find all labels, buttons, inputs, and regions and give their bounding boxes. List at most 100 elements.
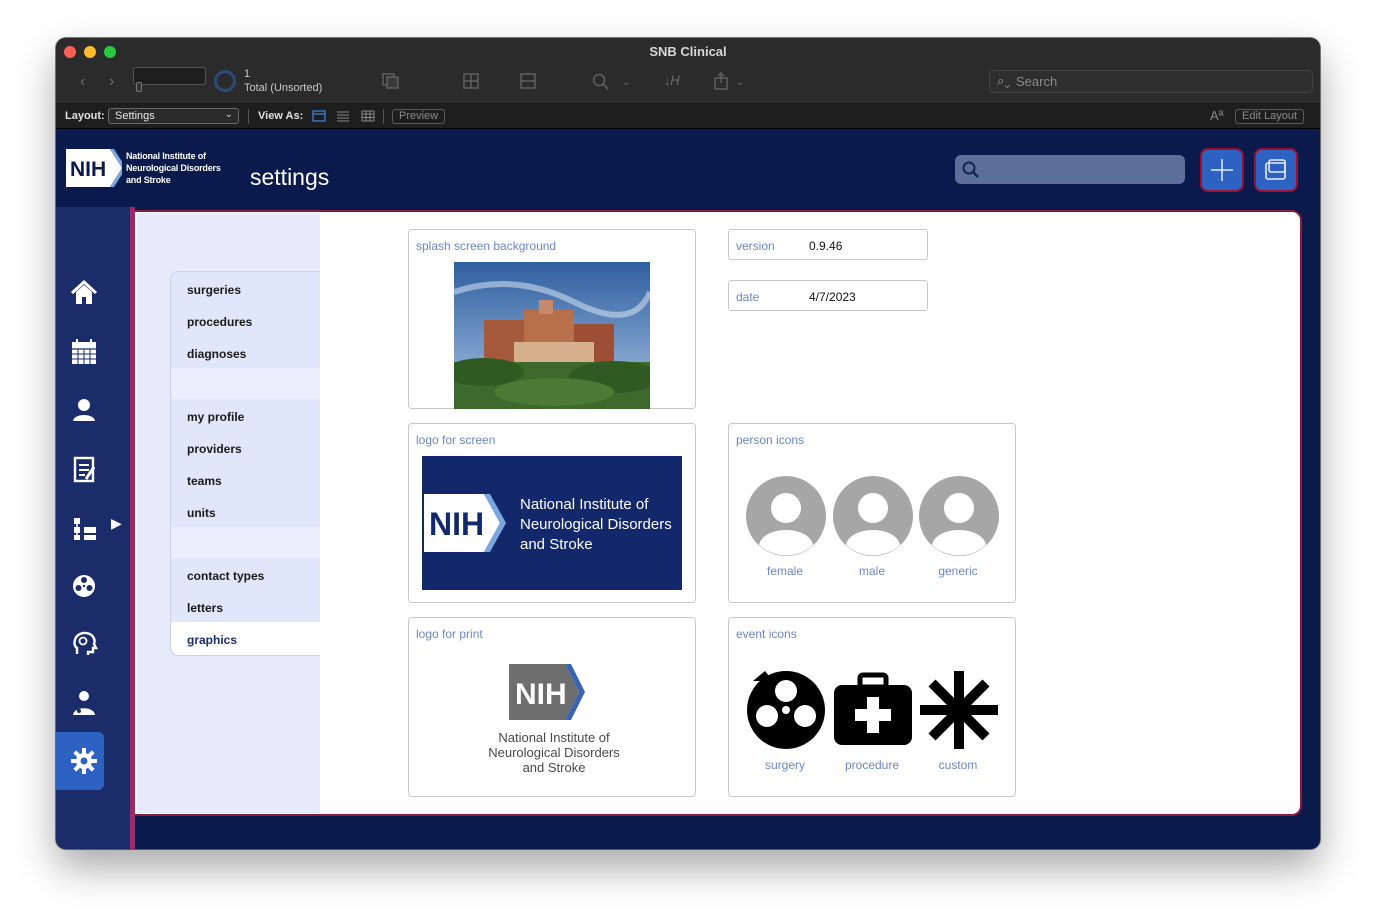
gear-icon[interactable] (64, 741, 104, 781)
doctor-icon[interactable] (64, 683, 104, 723)
version-value: 0.9.46 (809, 239, 843, 253)
menu-item-surgeries[interactable]: surgeries (187, 283, 241, 297)
table-view-icon[interactable] (361, 110, 375, 122)
svg-text:Neurological Disorders: Neurological Disorders (520, 516, 672, 533)
record-count: 1 (244, 68, 251, 80)
event-icons-card[interactable]: event icons surgery procedure custom (728, 617, 1016, 797)
footer-bar (135, 816, 1320, 849)
share-chevron-icon[interactable]: ⌄ (736, 75, 744, 91)
svg-text:NIH: NIH (429, 506, 484, 542)
view-as-label: View As: (258, 110, 304, 122)
menu-item-providers[interactable]: providers (187, 442, 242, 456)
header-search-input[interactable] (955, 155, 1185, 184)
record-status: Total (Unsorted) (244, 82, 323, 94)
menu-spacer (171, 368, 320, 399)
find-chevron-icon[interactable]: ⌄ (622, 75, 630, 91)
logo-screen-label: logo for screen (416, 433, 496, 447)
layout-select[interactable]: Settings ⌄ (108, 108, 239, 124)
person-icons-card[interactable]: person icons female male generic (728, 423, 1016, 603)
record-slider[interactable] (133, 67, 206, 85)
forward-icon[interactable]: › (109, 74, 114, 90)
plus-icon (1211, 159, 1233, 181)
search-icon: ⌕⌄ (997, 73, 1011, 88)
surgery-caption: surgery (764, 758, 805, 772)
procedure-caption: procedure (844, 758, 900, 772)
app-window: SNB Clinical ‹ › 1 Total (Unsorted) ⌄ ↓𝐻 (56, 38, 1320, 849)
logo-line-2: Neurological Disorders (126, 163, 221, 173)
preview-button[interactable]: Preview (392, 109, 446, 124)
splash-screen-card[interactable]: splash screen background (408, 229, 696, 409)
back-icon[interactable]: ‹ (80, 74, 85, 90)
version-field[interactable]: version 0.9.46 (728, 229, 928, 260)
female-person-icon (746, 476, 826, 556)
menu-item-diagnoses[interactable]: diagnoses (187, 347, 246, 361)
sort-icon[interactable]: ↓𝐻 (664, 73, 680, 89)
menu-item-teams[interactable]: teams (187, 474, 222, 488)
custom-event-icon (920, 671, 998, 749)
splash-screen-image (454, 262, 650, 409)
toolbar-search-placeholder: Search (1016, 74, 1058, 89)
record-slider-knob[interactable] (136, 82, 142, 92)
menu-item-my-profile[interactable]: my profile (187, 410, 244, 424)
male-person-icon (833, 476, 913, 556)
toolbar-search-input[interactable]: ⌕⌄ Search (989, 70, 1313, 93)
menu-spacer (171, 527, 320, 558)
female-caption: female (766, 564, 804, 578)
clipboard-icon[interactable] (64, 449, 104, 489)
print-button[interactable] (1254, 148, 1298, 192)
procedure-event-icon (834, 672, 912, 745)
logo-screen-card[interactable]: logo for screen NIH National Institute o… (408, 423, 696, 603)
font-size-icon[interactable]: Aª (1210, 108, 1223, 123)
custom-caption: custom (938, 758, 978, 772)
delete-record-icon[interactable] (520, 73, 536, 89)
date-value: 4/7/2023 (809, 290, 856, 304)
svg-text:National Institute of: National Institute of (498, 730, 610, 745)
head-icon[interactable] (64, 624, 104, 664)
menu-item-graphics[interactable]: graphics (187, 633, 237, 647)
nih-logo: NIH (66, 149, 122, 187)
person-icon[interactable] (64, 390, 104, 430)
event-icons-label: event icons (736, 627, 797, 641)
settings-menu: surgeries procedures diagnoses my profil… (170, 271, 320, 656)
add-button[interactable] (1200, 148, 1244, 192)
expand-arrow-icon[interactable]: ▶ (111, 515, 122, 532)
person-icons-label: person icons (736, 433, 805, 447)
app-header: NIH National Institute of Neurological D… (56, 129, 1320, 207)
generic-person-icon (919, 476, 999, 556)
layout-select-value: Settings (115, 110, 155, 122)
window-title: SNB Clinical (649, 44, 727, 59)
form-view-icon[interactable] (312, 110, 326, 122)
date-field[interactable]: date 4/7/2023 (728, 280, 928, 311)
menu-item-units[interactable]: units (187, 506, 216, 520)
menu-item-procedures[interactable]: procedures (187, 315, 252, 329)
nih-logo-text: National Institute of Neurological Disor… (126, 150, 221, 186)
divider (248, 109, 249, 124)
calendar-icon[interactable] (64, 332, 104, 372)
logo-print-card[interactable]: logo for print NIH National Institute of… (408, 617, 696, 797)
edit-layout-button[interactable]: Edit Layout (1235, 109, 1305, 124)
svg-text:Neurological Disorders: Neurological Disorders (488, 745, 620, 760)
menu-item-contact-types[interactable]: contact types (187, 569, 264, 583)
record-pie-icon (214, 70, 236, 92)
share-icon[interactable] (713, 72, 729, 90)
logo-line-1: National Institute of (126, 151, 206, 161)
svg-text:National Institute of: National Institute of (520, 496, 649, 513)
home-icon[interactable] (64, 273, 104, 313)
list-view-icon[interactable] (336, 110, 350, 122)
splash-screen-label: splash screen background (416, 239, 557, 253)
surgery-event-icon (747, 671, 825, 749)
divider (383, 109, 384, 124)
logo-screen-image: NIH National Institute of Neurological D… (422, 456, 682, 590)
find-icon[interactable] (592, 73, 610, 91)
chevron-down-icon: ⌄ (224, 109, 233, 120)
new-record-icon[interactable] (463, 73, 479, 89)
layout-bar: Layout: Settings ⌄ View As: Preview Aª E… (56, 104, 1320, 129)
svg-text:NIH: NIH (515, 678, 567, 711)
menu-item-letters[interactable]: letters (187, 601, 223, 615)
page-title: settings (250, 164, 330, 190)
reel-icon[interactable] (64, 566, 104, 606)
copy-icon (1265, 159, 1286, 180)
hierarchy-icon[interactable] (64, 508, 104, 548)
duplicate-icon[interactable] (382, 73, 400, 89)
logo-print-label: logo for print (416, 627, 483, 641)
